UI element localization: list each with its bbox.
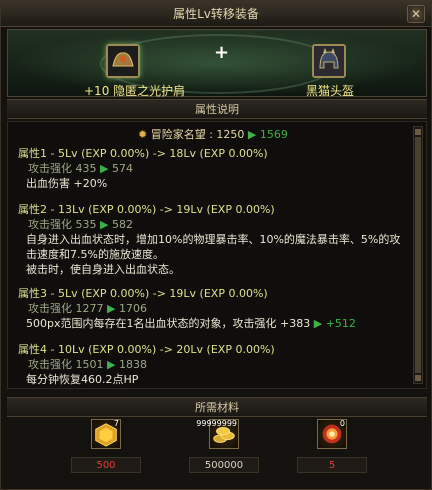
transfer-window: 属性Lv转移装备 ✕ + +10 隐匿之光护肩 黑猫头盔 属性说明 ✹ 冒险家名…	[0, 0, 432, 490]
material-2-badge: 99999999	[196, 419, 237, 428]
attribute-3-sub-to: 1706	[118, 302, 147, 315]
helmet-icon	[314, 46, 344, 76]
attribute-4-sub: 攻击强化 1501 ▶ 1838	[18, 357, 275, 372]
window-title: 属性Lv转移装备	[173, 7, 259, 21]
attribute-4-body: 每分钟恢复460.2点HP	[26, 373, 139, 386]
attribute-1-sub-from: 435	[75, 162, 97, 175]
material-1-quantity: 500	[71, 457, 141, 473]
attribute-4: 属性4 - 10Lv (EXP 0.00%) -> 20Lv (EXP 0.00…	[18, 342, 275, 387]
attribute-1-head: 属性1 - 5Lv (EXP 0.00%) -> 18Lv (EXP 0.00%…	[18, 147, 268, 160]
description-scrollbar[interactable]	[413, 126, 423, 384]
attribute-1: 属性1 - 5Lv (EXP 0.00%) -> 18Lv (EXP 0.00%…	[18, 146, 268, 191]
target-item-slot[interactable]	[312, 44, 346, 78]
red-orb-icon[interactable]: 0	[317, 419, 347, 449]
attribute-3-sub-from: 1277	[75, 302, 104, 315]
golden-box-icon[interactable]: 7	[91, 419, 121, 449]
materials-header: 所需材料	[7, 397, 427, 417]
attribute-3-body-text: 500px范围内每存在1名出血状态的对象，攻击强化	[26, 317, 277, 330]
reputation-from: 1250	[216, 128, 245, 141]
reputation-icon: ✹	[138, 128, 148, 141]
material-3-quantity: 5	[297, 457, 367, 473]
attribute-4-sub-label: 攻击强化	[28, 358, 72, 371]
arrow-right-icon: ▶	[247, 128, 257, 141]
attribute-3-sub-label: 攻击强化	[28, 302, 72, 315]
materials-header-label: 所需材料	[195, 401, 239, 414]
attribute-2-sub: 攻击强化 535 ▶ 582	[18, 217, 400, 232]
attribute-1-sub-label: 攻击强化	[28, 162, 72, 175]
attribute-3-body-to: +512	[325, 317, 356, 330]
attribute-3-sub: 攻击强化 1277 ▶ 1706	[18, 301, 356, 316]
arrow-right-icon: ▶	[100, 162, 109, 175]
attribute-2-body-line-1: 自身进入出血状态时，增加10%的物理暴击率、10%的魔法暴击率、5%的攻	[26, 233, 401, 246]
attribute-2-body-line-3: 被击时，使自身进入出血状态。	[26, 263, 180, 276]
attribute-2: 属性2 - 13Lv (EXP 0.00%) -> 19Lv (EXP 0.00…	[18, 202, 400, 277]
material-1-badge: 7	[113, 419, 119, 428]
source-item-name: +10 隐匿之光护肩	[84, 84, 186, 98]
arrow-right-icon: ▶	[100, 218, 109, 231]
source-item-slot[interactable]	[106, 44, 140, 78]
close-button[interactable]: ✕	[407, 5, 425, 23]
reputation-label: 冒险家名望	[150, 128, 206, 141]
attribute-2-sub-label: 攻击强化	[28, 218, 72, 231]
attribute-2-head: 属性2 - 13Lv (EXP 0.00%) -> 19Lv (EXP 0.00…	[18, 203, 275, 216]
material-3-badge: 0	[339, 419, 345, 428]
attribute-3: 属性3 - 5Lv (EXP 0.00%) -> 19Lv (EXP 0.00%…	[18, 286, 356, 331]
attribute-4-sub-from: 1501	[75, 358, 104, 371]
plus-sign: +	[214, 42, 230, 63]
attribute-1-sub: 攻击强化 435 ▶ 574	[18, 161, 268, 176]
attribute-2-sub-from: 535	[75, 218, 97, 231]
material-item-1[interactable]: 7 500	[71, 419, 141, 473]
description-header: 属性说明	[7, 99, 427, 119]
arrow-right-icon: ▶	[107, 358, 116, 371]
gold-coins-icon[interactable]: 99999999	[196, 419, 239, 449]
attribute-1-body: 出血伤害 +20%	[26, 177, 108, 190]
attribute-3-body: 500px范围内每存在1名出血状态的对象，攻击强化 +383 ▶ +512	[18, 316, 356, 331]
description-panel: ✹ 冒险家名望 : 1250 ▶ 1569 属性1 - 5Lv (EXP 0.0…	[7, 121, 427, 389]
attribute-2-sub-to: 582	[111, 218, 133, 231]
material-2-quantity: 500000	[189, 457, 259, 473]
arrow-right-icon: ▶	[313, 317, 323, 330]
attribute-2-body-line-2: 击速度和7.5%的施放速度。	[26, 248, 164, 261]
target-item-name: 黑猫头盔	[306, 84, 355, 98]
scroll-thumb[interactable]	[415, 137, 421, 373]
scroll-up-icon[interactable]	[415, 129, 421, 135]
description-header-label: 属性说明	[195, 103, 239, 116]
attribute-1-sub-to: 574	[111, 162, 133, 175]
attribute-3-body-from: +383	[280, 317, 311, 330]
shoulder-armor-icon	[108, 46, 138, 76]
reputation-line: ✹ 冒险家名望 : 1250 ▶ 1569	[138, 128, 288, 141]
material-item-2[interactable]: 99999999 500000	[189, 419, 259, 473]
reputation-to: 1569	[259, 128, 288, 141]
attribute-3-head: 属性3 - 5Lv (EXP 0.00%) -> 19Lv (EXP 0.00%…	[18, 287, 268, 300]
material-item-3[interactable]: 0 5	[297, 419, 367, 473]
arrow-right-icon: ▶	[107, 302, 116, 315]
transfer-banner: + +10 隐匿之光护肩 黑猫头盔	[7, 29, 427, 98]
title-bar: 属性Lv转移装备 ✕	[1, 1, 431, 27]
attribute-4-head: 属性4 - 10Lv (EXP 0.00%) -> 20Lv (EXP 0.00…	[18, 343, 275, 356]
materials-panel: 7 500 99999999 500000 0 5	[7, 419, 427, 485]
scroll-down-icon[interactable]	[415, 375, 421, 381]
close-icon: ✕	[410, 7, 422, 21]
attribute-4-sub-to: 1838	[118, 358, 147, 371]
